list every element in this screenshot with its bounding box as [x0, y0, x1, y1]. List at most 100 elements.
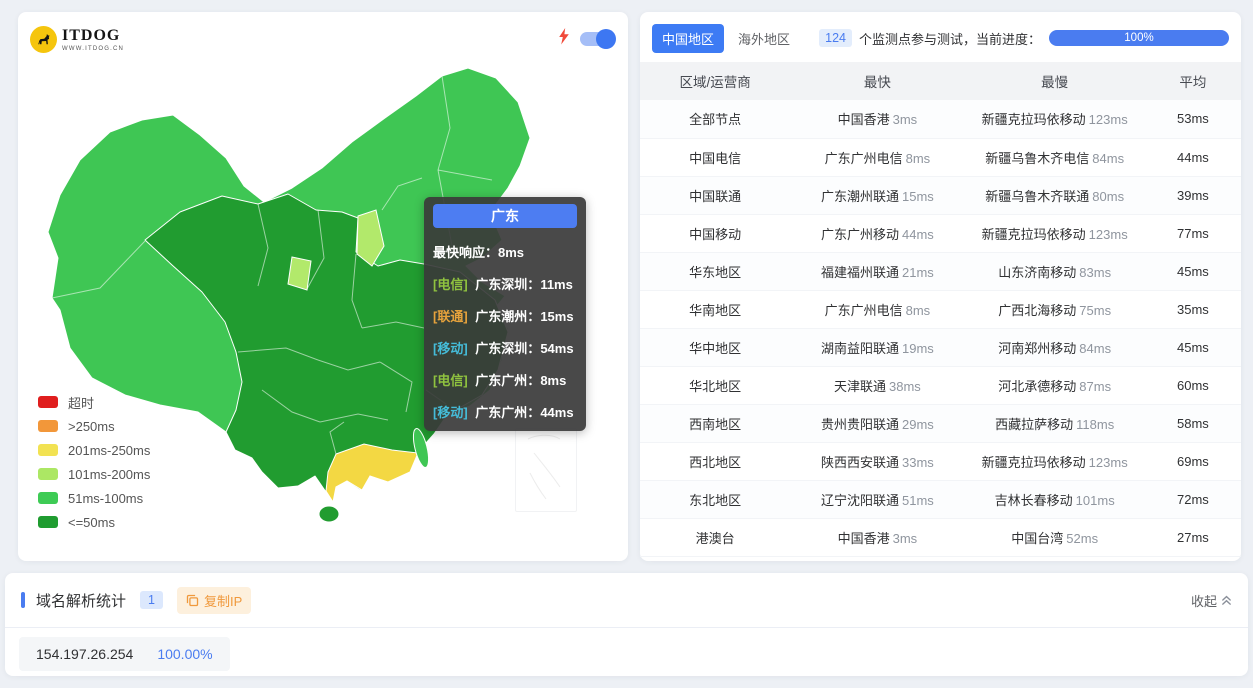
lightning-icon: [558, 28, 570, 50]
node-latency: 15ms: [540, 309, 573, 324]
node-name: 广东潮州：: [475, 309, 540, 324]
resolved-ip: 154.197.26.254: [36, 646, 133, 662]
cell-slowest: 山东济南移动83ms: [965, 252, 1145, 290]
isp-tag: [移动]: [433, 341, 468, 356]
collapse-button[interactable]: 收起: [1191, 591, 1232, 610]
legend-item: 超时: [38, 390, 150, 414]
node-name: 广东深圳：: [475, 341, 540, 356]
tooltip-lines: [电信] 广东深圳：11ms [联通] 广东潮州：15ms [移动] 广东深圳：…: [433, 274, 577, 421]
cell-region: 华中地区: [640, 328, 790, 366]
province-tooltip: 广东 最快响应：8ms [电信] 广东深圳：11ms [联通] 广东潮州：15m…: [424, 197, 586, 431]
tooltip-isp-line: [移动] 广东深圳：54ms: [433, 338, 577, 357]
cell-fastest: 中国香港3ms: [790, 100, 964, 138]
node-name: 广东广州：: [475, 405, 540, 420]
chevrons-up-icon: [1221, 594, 1232, 606]
cell-fastest: 天津联通38ms: [790, 366, 964, 404]
map-region-guangdong-highlight[interactable]: [326, 444, 418, 502]
latency-table-body: 全部节点 中国香港3ms 新疆克拉玛依移动123ms 53ms 中国电信 广东广…: [640, 100, 1241, 556]
cell-region: 港澳台: [640, 518, 790, 556]
toggle-knob: [596, 29, 616, 49]
tooltip-isp-line: [电信] 广东广州：8ms: [433, 370, 577, 389]
col-region: 区域/运营商: [640, 62, 790, 100]
col-average: 平均: [1145, 62, 1241, 100]
monitor-progress-text: 个监测点参与测试，当前进度：: [859, 29, 1041, 48]
resolved-ip-chip[interactable]: 154.197.26.254 100.00%: [19, 637, 230, 671]
table-row: 中国电信 广东广州电信8ms 新疆乌鲁木齐电信84ms 44ms: [640, 138, 1241, 176]
dns-stats-title: 域名解析统计: [36, 590, 126, 611]
table-row: 港澳台 中国香港3ms 中国台湾52ms 27ms: [640, 518, 1241, 556]
south-china-sea-inset: [515, 428, 577, 512]
cell-average: 27ms: [1145, 518, 1241, 556]
cell-region: 全部节点: [640, 100, 790, 138]
latency-map-panel: ITDOG WWW.ITDOG.CN: [18, 12, 628, 561]
title-accent-bar: [21, 592, 25, 608]
cell-average: 35ms: [1145, 290, 1241, 328]
node-name: 广东广州：: [475, 373, 540, 388]
cell-region: 东北地区: [640, 480, 790, 518]
cell-fastest: 福建福州联通21ms: [790, 252, 964, 290]
tab-china-region[interactable]: 中国地区: [652, 24, 724, 53]
isp-tag: [电信]: [433, 373, 468, 388]
table-row: 东北地区 辽宁沈阳联通51ms 吉林长春移动101ms 72ms: [640, 480, 1241, 518]
cell-slowest: 中国台湾52ms: [965, 518, 1145, 556]
tooltip-province-name: 广东: [433, 204, 577, 228]
legend-label: >250ms: [68, 419, 115, 434]
cell-region: 中国移动: [640, 214, 790, 252]
cell-average: 72ms: [1145, 480, 1241, 518]
cell-average: 58ms: [1145, 404, 1241, 442]
table-row: 中国联通 广东潮州联通15ms 新疆乌鲁木齐联通80ms 39ms: [640, 176, 1241, 214]
cell-average: 45ms: [1145, 252, 1241, 290]
cell-slowest: 西藏拉萨移动118ms: [965, 404, 1145, 442]
cell-fastest: 广东广州电信8ms: [790, 138, 964, 176]
table-header-row: 区域/运营商 最快 最慢 平均: [640, 62, 1241, 100]
cell-slowest: 河北承德移动87ms: [965, 366, 1145, 404]
copy-ip-button[interactable]: 复制IP: [177, 587, 251, 614]
tab-overseas-region[interactable]: 海外地区: [738, 29, 790, 48]
color-swatch: [38, 492, 58, 504]
tooltip-isp-line: [电信] 广东深圳：11ms: [433, 274, 577, 293]
table-row: 华东地区 福建福州联通21ms 山东济南移动83ms 45ms: [640, 252, 1241, 290]
map-region-ningxia[interactable]: [288, 257, 311, 290]
cell-average: 44ms: [1145, 138, 1241, 176]
color-swatch: [38, 444, 58, 456]
cell-region: 中国联通: [640, 176, 790, 214]
node-name: 广东深圳：: [475, 277, 540, 292]
cell-average: 45ms: [1145, 328, 1241, 366]
color-swatch: [38, 396, 58, 408]
map-region-hainan[interactable]: [319, 506, 339, 522]
latency-table: 区域/运营商 最快 最慢 平均 全部节点 中国香港3ms 新疆克拉玛依移动123…: [640, 62, 1241, 557]
isp-tag: [移动]: [433, 405, 468, 420]
fast-mode-toggle[interactable]: [580, 32, 614, 46]
monitor-count-badge: 124: [819, 29, 852, 47]
isp-tag: [联通]: [433, 309, 468, 324]
legend-item: >250ms: [38, 414, 150, 438]
cell-slowest: 新疆克拉玛依移动123ms: [965, 100, 1145, 138]
color-swatch: [38, 420, 58, 432]
cell-slowest: 广西北海移动75ms: [965, 290, 1145, 328]
legend-item: 201ms-250ms: [38, 438, 150, 462]
cell-region: 华南地区: [640, 290, 790, 328]
cell-slowest: 新疆克拉玛依移动123ms: [965, 442, 1145, 480]
table-row: 全部节点 中国香港3ms 新疆克拉玛依移动123ms 53ms: [640, 100, 1241, 138]
dns-stats-panel: 域名解析统计 1 复制IP 收起 154.197.26.254 100.00%: [5, 573, 1248, 676]
latency-table-panel: 中国地区 海外地区 124 个监测点参与测试，当前进度： 100% 区域/运营商…: [640, 12, 1241, 561]
tooltip-isp-line: [联通] 广东潮州：15ms: [433, 306, 577, 325]
legend-item: 101ms-200ms: [38, 462, 150, 486]
cell-fastest: 中国香港3ms: [790, 518, 964, 556]
isp-tag: [电信]: [433, 277, 468, 292]
itdog-logo[interactable]: ITDOG WWW.ITDOG.CN: [30, 26, 124, 53]
copy-icon: [186, 594, 199, 607]
dog-logo-icon: [30, 26, 57, 53]
cell-region: 西北地区: [640, 442, 790, 480]
dns-count-badge: 1: [140, 591, 163, 609]
cell-slowest: 河南郑州移动84ms: [965, 328, 1145, 366]
cell-average: 77ms: [1145, 214, 1241, 252]
cell-fastest: 广东潮州联通15ms: [790, 176, 964, 214]
table-row: 华中地区 湖南益阳联通19ms 河南郑州移动84ms 45ms: [640, 328, 1241, 366]
col-slowest: 最慢: [965, 62, 1145, 100]
legend-label: 101ms-200ms: [68, 467, 150, 482]
cell-slowest: 新疆乌鲁木齐联通80ms: [965, 176, 1145, 214]
legend-item: <=50ms: [38, 510, 150, 534]
cell-region: 西南地区: [640, 404, 790, 442]
table-row: 中国移动 广东广州移动44ms 新疆克拉玛依移动123ms 77ms: [640, 214, 1241, 252]
